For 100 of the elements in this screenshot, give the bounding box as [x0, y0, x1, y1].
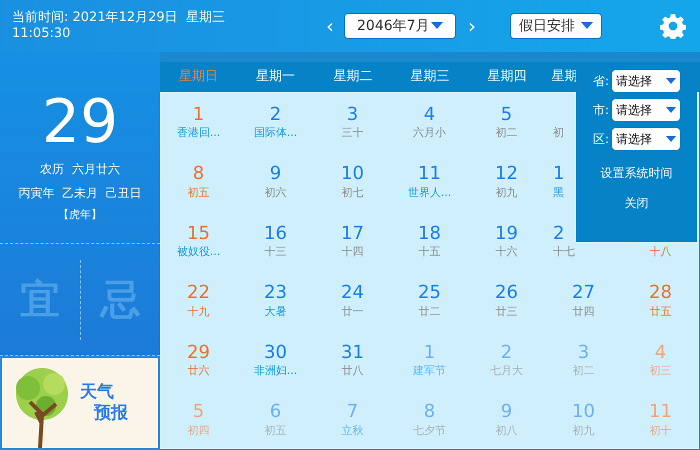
day-number[interactable]: 28 — [649, 282, 672, 305]
lunar-day: 廿三 — [496, 304, 518, 318]
lunar-day: 廿四 — [572, 304, 594, 318]
lunar-day: 廿八 — [342, 364, 364, 378]
lunar-day: 廿五 — [650, 304, 672, 318]
month-select[interactable]: 2046年7月 — [344, 13, 456, 39]
lunar-day: 七月大 — [490, 364, 523, 378]
day-number[interactable]: 24 — [341, 282, 364, 305]
weather-title: 预报 — [94, 403, 128, 424]
location-select[interactable]: 请选择 — [612, 99, 680, 121]
weekday-header: 星期一 — [255, 68, 296, 86]
day-number[interactable]: 27 — [572, 282, 595, 305]
day-number[interactable]: 25 — [418, 282, 441, 305]
lunar-day: 初二 — [572, 364, 594, 378]
day-number[interactable]: 17 — [341, 222, 364, 246]
lunar-day: 廿六 — [188, 364, 210, 378]
lunar-date: 农历 六月廿六 — [40, 161, 120, 178]
day-number[interactable]: 8 — [192, 163, 204, 186]
day-number[interactable]: 22 — [187, 282, 210, 305]
lunar-day: 国际体... — [254, 126, 298, 140]
set-system-time-link[interactable]: 设置系统时间 — [600, 164, 672, 182]
day-number[interactable]: 2 — [553, 222, 564, 246]
day-number[interactable]: 10 — [572, 401, 595, 424]
day-number[interactable]: 19 — [495, 222, 518, 246]
day-number[interactable]: 31 — [341, 342, 364, 364]
weekday-header: 星期四 — [486, 68, 528, 86]
day-number[interactable]: 4 — [424, 104, 436, 126]
day-number[interactable]: 18 — [418, 222, 441, 246]
lunar-day: 三十 — [342, 126, 364, 140]
lunar-day: 初六 — [264, 186, 286, 200]
current-time-label: 当前时间: 2021年12月29日 星期三 — [12, 10, 226, 26]
day-number[interactable]: 9 — [500, 401, 512, 424]
close-link[interactable]: 关闭 — [624, 194, 648, 212]
day-number[interactable]: 6 — [270, 401, 282, 424]
weather-title: 天气 — [80, 382, 115, 403]
lunar-day: 被奴役... — [176, 245, 220, 259]
lunar-day: 初九 — [496, 186, 518, 200]
settings-icon[interactable] — [660, 13, 686, 39]
lunar-day: 十五 — [418, 245, 440, 259]
weekday-header: 星期日 — [178, 68, 220, 86]
lunar-day: 大暑 — [264, 304, 286, 318]
field-label: 市: — [593, 102, 610, 119]
weather-forecast-panel[interactable]: 天气 预报 — [0, 356, 160, 450]
lunar-day: 世界人... — [408, 186, 452, 200]
previous-month-button[interactable]: ‹ — [322, 11, 338, 41]
day-number[interactable]: 1 — [553, 163, 564, 186]
day-number[interactable]: 23 — [264, 282, 287, 305]
ganzhi-date: 丙寅年 乙未月 己丑日 — [18, 185, 142, 202]
lunar-day: 初 — [553, 126, 564, 140]
day-number[interactable]: 2 — [500, 342, 512, 364]
dropdown-caret-icon — [666, 78, 676, 84]
day-number[interactable]: 29 — [187, 342, 210, 364]
weekday-header: 星期三 — [409, 68, 450, 86]
dropdown-caret-icon — [431, 22, 443, 30]
lunar-day: 十九 — [188, 304, 210, 318]
day-number[interactable]: 16 — [264, 222, 287, 246]
lunar-day: 十七 — [553, 245, 575, 259]
day-number[interactable]: 1 — [424, 342, 436, 364]
lunar-day: 黑 — [553, 186, 564, 200]
day-number[interactable]: 11 — [418, 163, 441, 186]
day-number[interactable]: 3 — [346, 104, 358, 126]
day-number[interactable]: 2 — [270, 104, 282, 126]
next-month-button[interactable]: › — [464, 11, 480, 41]
lunar-day: 七夕节 — [413, 424, 446, 438]
day-number[interactable]: 8 — [424, 401, 436, 424]
day-number[interactable]: 11 — [649, 401, 672, 424]
lunar-day: 初十 — [650, 424, 672, 438]
day-number[interactable]: 9 — [270, 163, 282, 186]
holiday-select[interactable]: 假日安排 — [510, 13, 602, 39]
day-number[interactable]: 26 — [495, 282, 518, 305]
day-number[interactable]: 10 — [341, 163, 364, 186]
lunar-day: 十三 — [264, 245, 286, 259]
day-number[interactable]: 5 — [500, 104, 512, 126]
current-time-clock: 11:05:30 — [12, 26, 72, 42]
day-number[interactable]: 12 — [495, 163, 518, 186]
location-select[interactable]: 请选择 — [612, 70, 680, 92]
day-number[interactable]: 1 — [192, 104, 204, 126]
lunar-day: 建军节 — [413, 364, 446, 378]
day-number[interactable]: 4 — [654, 342, 666, 364]
lunar-day: 十四 — [342, 245, 364, 259]
zodiac-year: 【虎年】 — [58, 207, 102, 223]
field-label: 省: — [593, 73, 610, 90]
lunar-day: 立秋 — [342, 424, 364, 438]
lunar-day: 廿二 — [418, 304, 440, 318]
location-select[interactable]: 请选择 — [612, 128, 680, 150]
day-number[interactable]: 30 — [264, 342, 287, 364]
lunar-day: 香港回... — [176, 126, 220, 140]
day-number[interactable]: 3 — [578, 342, 590, 364]
today-day-number: 29 — [42, 92, 118, 152]
lunar-day: 初四 — [188, 424, 210, 438]
day-number[interactable]: 5 — [192, 401, 204, 424]
lunar-day: 十八 — [650, 245, 672, 260]
day-number[interactable]: 15 — [187, 222, 210, 246]
lunar-day: 初八 — [496, 424, 518, 438]
lunar-day: 初九 — [572, 424, 594, 438]
dropdown-caret-icon — [666, 136, 676, 142]
dropdown-caret-icon — [581, 22, 593, 30]
day-number[interactable]: 7 — [346, 401, 358, 424]
lunar-day: 初五 — [188, 186, 210, 200]
field-label: 区: — [593, 131, 610, 148]
